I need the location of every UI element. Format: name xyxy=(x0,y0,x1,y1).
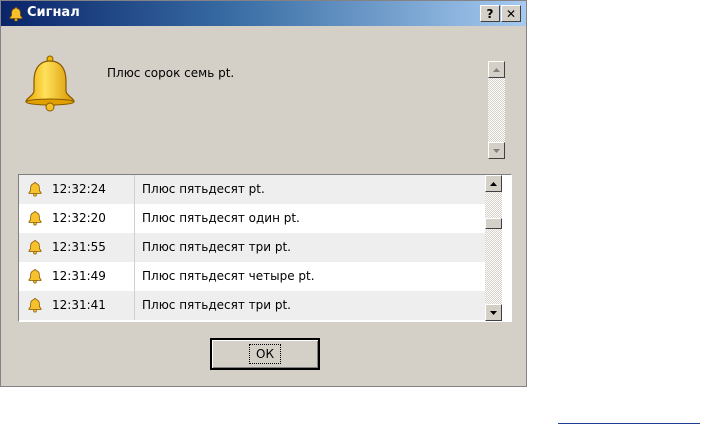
alert-log-list[interactable]: 12:32:24 Плюс пятьдесят pt. 12:32:20 Плю… xyxy=(18,174,512,322)
title-bar[interactable]: Сигнал ? ✕ xyxy=(1,1,526,26)
bell-icon xyxy=(28,182,42,197)
list-scrollbar[interactable] xyxy=(485,175,502,321)
row-time: 12:32:20 xyxy=(52,211,106,225)
ok-button-label: ОК xyxy=(249,344,281,364)
row-text: Плюс пятьдесят один pt. xyxy=(142,211,300,225)
bell-icon xyxy=(28,240,42,255)
scroll-up-button[interactable] xyxy=(488,61,505,78)
ok-button[interactable]: ОК xyxy=(210,338,320,370)
row-time: 12:31:55 xyxy=(52,240,106,254)
scroll-down-button[interactable] xyxy=(485,304,502,321)
alert-message: Плюс сорок семь pt. xyxy=(107,66,235,80)
arrow-up-icon xyxy=(493,67,500,72)
bell-icon xyxy=(25,55,75,112)
row-time: 12:31:49 xyxy=(52,269,106,283)
list-item[interactable]: 12:31:41 Плюс пятьдесят три pt. xyxy=(19,291,485,320)
row-time: 12:32:24 xyxy=(52,182,106,196)
row-time: 12:31:41 xyxy=(52,298,106,312)
arrow-up-icon xyxy=(490,181,497,186)
window-title: Сигнал xyxy=(27,5,80,20)
message-scrollbar[interactable] xyxy=(488,61,505,159)
scroll-down-button[interactable] xyxy=(488,142,505,159)
bell-icon xyxy=(9,7,23,22)
help-button[interactable]: ? xyxy=(480,5,500,22)
row-text: Плюс пятьдесят четыре pt. xyxy=(142,269,315,283)
bell-icon xyxy=(28,269,42,284)
arrow-down-icon xyxy=(493,148,500,153)
list-item[interactable]: 12:31:55 Плюс пятьдесят три pt. xyxy=(19,233,485,262)
scroll-thumb[interactable] xyxy=(485,218,502,229)
list-item[interactable]: 12:32:24 Плюс пятьдесят pt. xyxy=(19,175,485,204)
row-text: Плюс пятьдесят три pt. xyxy=(142,298,291,312)
row-text: Плюс пятьдесят три pt. xyxy=(142,240,291,254)
close-button[interactable]: ✕ xyxy=(501,5,521,22)
list-item[interactable]: 12:32:20 Плюс пятьдесят один pt. xyxy=(19,204,485,233)
alert-dialog: Сигнал ? ✕ Плюс сорок семь pt. 12:32:24 … xyxy=(0,0,527,387)
arrow-down-icon xyxy=(490,310,497,315)
divider-line xyxy=(558,423,700,424)
bell-icon xyxy=(28,211,42,226)
list-item[interactable]: 12:31:49 Плюс пятьдесят четыре pt. xyxy=(19,262,485,291)
row-text: Плюс пятьдесят pt. xyxy=(142,182,265,196)
scroll-up-button[interactable] xyxy=(485,175,502,192)
bell-icon xyxy=(28,298,42,313)
